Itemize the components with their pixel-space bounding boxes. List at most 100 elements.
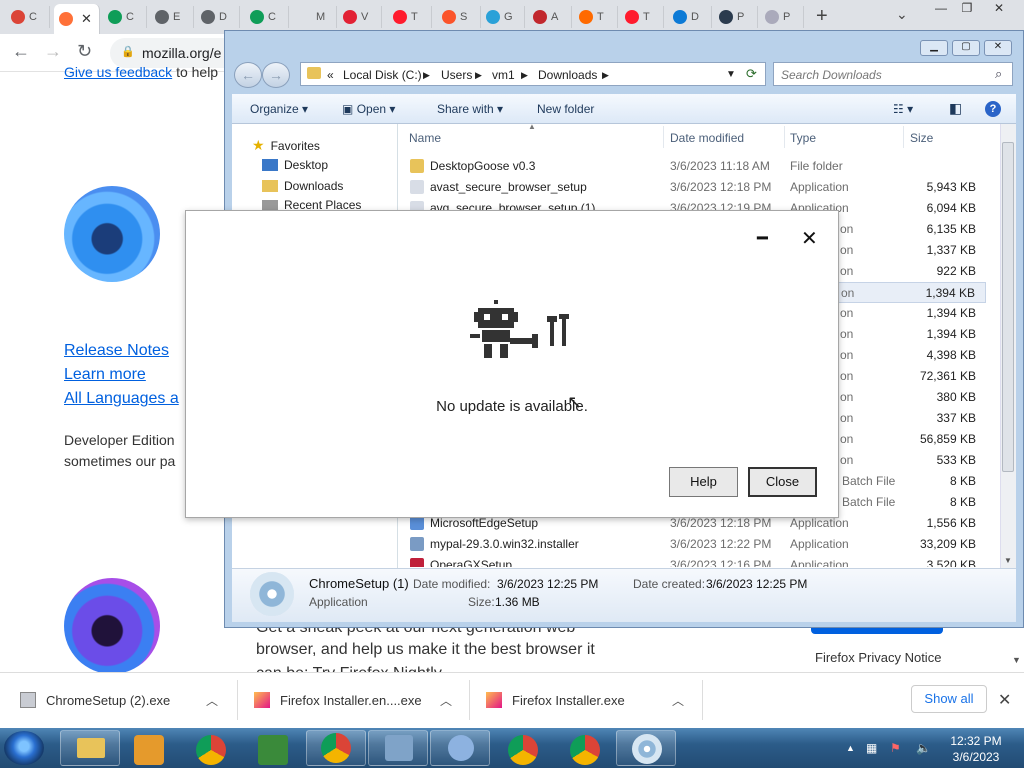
browser-tab[interactable]: V [338,6,382,28]
share-with-menu[interactable]: Share with ▾ [437,102,503,116]
column-name[interactable]: Name [409,131,441,145]
file-row[interactable]: OperaGXSetup 3/6/2023 12:16 PM Application… [402,555,986,567]
preview-pane-icon[interactable]: ◧ [949,100,962,117]
lock-icon[interactable]: 🔒 [121,45,135,58]
chevron-right-icon[interactable]: ▶ [602,70,609,81]
breadcrumb-local-disk[interactable]: Local Disk (C:) [343,68,422,82]
breadcrumb-vm1[interactable]: vm1 [492,68,515,82]
explorer-close-button[interactable]: ✕ [984,40,1012,56]
close-button[interactable]: Close [748,467,817,497]
close-window-button[interactable]: ✕ [984,0,1014,18]
browser-tab[interactable]: ✕ [54,4,100,34]
browser-tab[interactable]: P [714,6,758,28]
back-arrow-icon[interactable]: ← [12,41,30,62]
file-row[interactable]: DesktopGoose v0.3 3/6/2023 11:18 AM File f… [402,156,986,177]
column-divider[interactable] [663,126,664,148]
browser-tab[interactable]: D [668,6,712,28]
help-icon[interactable]: ? [985,101,1001,117]
column-type[interactable]: Type [790,131,816,145]
start-button[interactable] [4,731,44,765]
taskbar-globe-app[interactable] [430,730,490,766]
action-center-icon[interactable]: ⚑ [890,741,901,755]
volume-icon[interactable]: 🔈 [916,741,931,755]
taskbar-installer-active[interactable] [616,730,676,766]
nav-downloads[interactable]: Downloads [262,179,343,193]
nav-recent-places[interactable]: Recent Places [262,200,361,210]
taskbar-control-panel[interactable] [368,730,428,766]
column-divider[interactable] [903,126,904,148]
all-languages-link[interactable]: All Languages a [64,390,179,408]
browser-tab[interactable]: E [150,6,194,28]
browser-tab[interactable]: C [245,6,289,28]
taskbar-chrome-active[interactable] [306,730,366,766]
column-size[interactable]: Size [910,131,933,145]
breadcrumb-downloads[interactable]: Downloads [538,68,597,82]
csharp-icon[interactable] [258,735,288,765]
download-item-chromesetup[interactable]: ChromeSetup (2).exe [20,682,170,718]
browser-tab[interactable]: S [437,6,481,28]
show-all-downloads-button[interactable]: Show all [911,685,987,713]
scrollbar-thumb[interactable] [1002,142,1014,472]
chevron-right-icon[interactable]: ▶ [423,70,430,81]
restore-window-button[interactable]: ❐ [952,0,982,18]
dialog-minimize-button[interactable]: ━ [757,228,768,249]
network-icon[interactable]: ▦ [866,741,877,755]
search-icon[interactable]: ⌕ [995,66,1002,82]
file-row[interactable]: mypal-29.3.0.win32.installer 3/6/2023 12:… [402,534,986,555]
clock[interactable]: 12:32 PM 3/6/2023 [946,733,1006,765]
close-tab-icon[interactable]: ✕ [81,11,92,27]
close-icon[interactable]: ✕ [998,690,1011,710]
download-item-firefox-installer[interactable]: Firefox Installer.exe [486,682,625,718]
browser-tab[interactable]: P [760,6,804,28]
organize-menu[interactable]: Organize ▾ [250,102,308,116]
nav-desktop[interactable]: Desktop [262,158,328,172]
browser-tab[interactable]: T [388,6,432,28]
chrome-dev-icon[interactable] [508,735,538,765]
page-scroll-down-icon[interactable]: ▼ [1012,655,1021,665]
chevron-down-icon[interactable]: ▼ [726,69,736,80]
chevron-up-icon[interactable]: ︿ [672,692,684,709]
browser-tab[interactable]: C [103,6,147,28]
explorer-minimize-button[interactable]: ▁ [920,40,948,56]
browser-tab[interactable]: G [481,6,525,28]
explorer-forward-button[interactable]: → [262,62,290,88]
browser-tab[interactable]: M [293,6,337,28]
refresh-icon[interactable]: ⟳ [746,66,757,82]
forward-arrow-icon[interactable]: → [44,41,62,62]
release-notes-link[interactable]: Release Notes [64,342,169,360]
browser-tab[interactable]: A [528,6,572,28]
column-divider[interactable] [784,126,785,148]
chrome-icon[interactable] [196,735,226,765]
help-button[interactable]: Help [669,467,738,497]
chevron-up-icon[interactable]: ︿ [206,692,218,709]
feedback-link[interactable]: Give us feedback [64,64,172,80]
nav-favorites[interactable]: ★ Favorites [252,137,320,154]
browser-tab[interactable]: D [196,6,240,28]
chevron-up-icon[interactable]: ︿ [440,692,452,709]
chrome-beta-icon[interactable] [570,735,600,765]
view-options-icon[interactable]: ☷ ▾ [893,102,913,116]
chevron-right-icon[interactable]: ▶ [521,70,528,81]
reload-icon[interactable]: ↻ [77,41,92,62]
breadcrumb-overflow[interactable]: « [327,68,334,82]
explorer-back-button[interactable]: ← [234,62,262,88]
browser-tab[interactable]: C [6,6,50,28]
privacy-notice-link[interactable]: Firefox Privacy Notice [815,650,941,665]
breadcrumb-users[interactable]: Users [441,68,472,82]
learn-more-link[interactable]: Learn more [64,366,146,384]
explorer-maximize-button[interactable]: ▢ [952,40,980,56]
chevron-right-icon[interactable]: ▶ [475,70,482,81]
media-player-icon[interactable] [134,735,164,765]
dialog-close-icon[interactable]: ✕ [801,226,818,251]
browser-tab[interactable]: T [574,6,618,28]
column-date-modified[interactable]: Date modified [670,131,744,145]
show-hidden-icons[interactable]: ▲ [846,743,855,753]
browser-tab[interactable]: T [620,6,664,28]
download-item-firefox-installer-en[interactable]: Firefox Installer.en....exe [254,682,422,718]
tab-search-chevron-icon[interactable]: ⌄ [896,6,908,23]
new-folder-button[interactable]: New folder [537,102,594,116]
open-menu[interactable]: ▣ Open ▾ [342,102,395,116]
new-tab-button[interactable]: + [816,5,828,28]
scroll-down-arrow-icon[interactable]: ▼ [1004,556,1012,565]
file-row[interactable]: avast_secure_browser_setup 3/6/2023 12:18… [402,177,986,198]
